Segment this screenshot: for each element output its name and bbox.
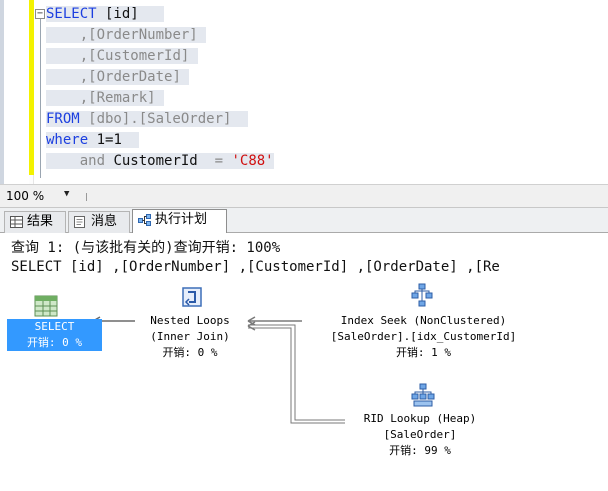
- code-line[interactable]: where 1=1: [46, 130, 139, 151]
- nested-loops-label: Nested Loops (Inner Join) 开销: 0 %: [150, 314, 230, 359]
- select-node-label: SELECT 开销: 0 %: [7, 319, 102, 351]
- rid-lookup-icon: [411, 383, 435, 407]
- code-line[interactable]: and CustomerId = 'C88': [46, 151, 274, 172]
- message-icon: [74, 216, 85, 228]
- tab-label: 执行计划: [155, 212, 208, 227]
- editor-left-margin: [0, 0, 4, 184]
- code-line[interactable]: ,[Remark]: [46, 88, 165, 109]
- grid-icon: [10, 216, 23, 228]
- zoom-dropdown-icon[interactable]: ▼: [64, 189, 69, 199]
- index-seek-label: Index Seek (NonClustered) [SaleOrder].[i…: [330, 314, 517, 359]
- nested-loops-icon: [182, 287, 202, 307]
- rid-lookup-label: RID Lookup (Heap) [SaleOrder] 开销: 99 %: [363, 412, 477, 457]
- execution-plan-pane[interactable]: 查询 1: (与该批有关的)查询开销: 100% SELECT [id] ,[O…: [0, 233, 608, 491]
- code-line[interactable]: ,[OrderDate]: [46, 67, 190, 88]
- tab-results[interactable]: 结果: [4, 211, 66, 233]
- change-tracking-bar: [29, 0, 34, 175]
- plan-icon: [138, 214, 151, 226]
- sql-editor[interactable]: − SELECT [id] ,[OrderNumber] ,[CustomerI…: [0, 0, 608, 184]
- plan-connectors: [92, 316, 345, 424]
- code-line[interactable]: ,[OrderNumber]: [46, 25, 207, 46]
- editor-status-bar: 100 % ▼: [0, 184, 608, 208]
- keyword: where: [46, 132, 89, 148]
- index-seek-icon: [411, 283, 433, 307]
- horizontal-scroll-stub[interactable]: [86, 193, 90, 201]
- tab-messages[interactable]: 消息: [68, 211, 130, 233]
- string-literal: 'C88': [223, 153, 274, 169]
- keyword: FROM: [46, 111, 80, 127]
- code-line[interactable]: SELECT [id]: [46, 4, 165, 25]
- results-tab-strip: 结果 消息 执行计划: [0, 208, 608, 234]
- tab-label: 消息: [91, 214, 118, 229]
- code-line[interactable]: FROM [dbo].[SaleOrder]: [46, 109, 249, 130]
- tab-label: 结果: [27, 214, 54, 229]
- collapse-toggle-icon[interactable]: −: [35, 9, 45, 19]
- select-result-icon: [34, 295, 58, 317]
- zoom-level[interactable]: 100 %: [6, 189, 44, 203]
- keyword: SELECT: [46, 6, 97, 22]
- code-line[interactable]: ,[CustomerId]: [46, 46, 198, 67]
- tab-execution-plan[interactable]: 执行计划: [132, 209, 227, 234]
- outline-guide: [40, 18, 41, 178]
